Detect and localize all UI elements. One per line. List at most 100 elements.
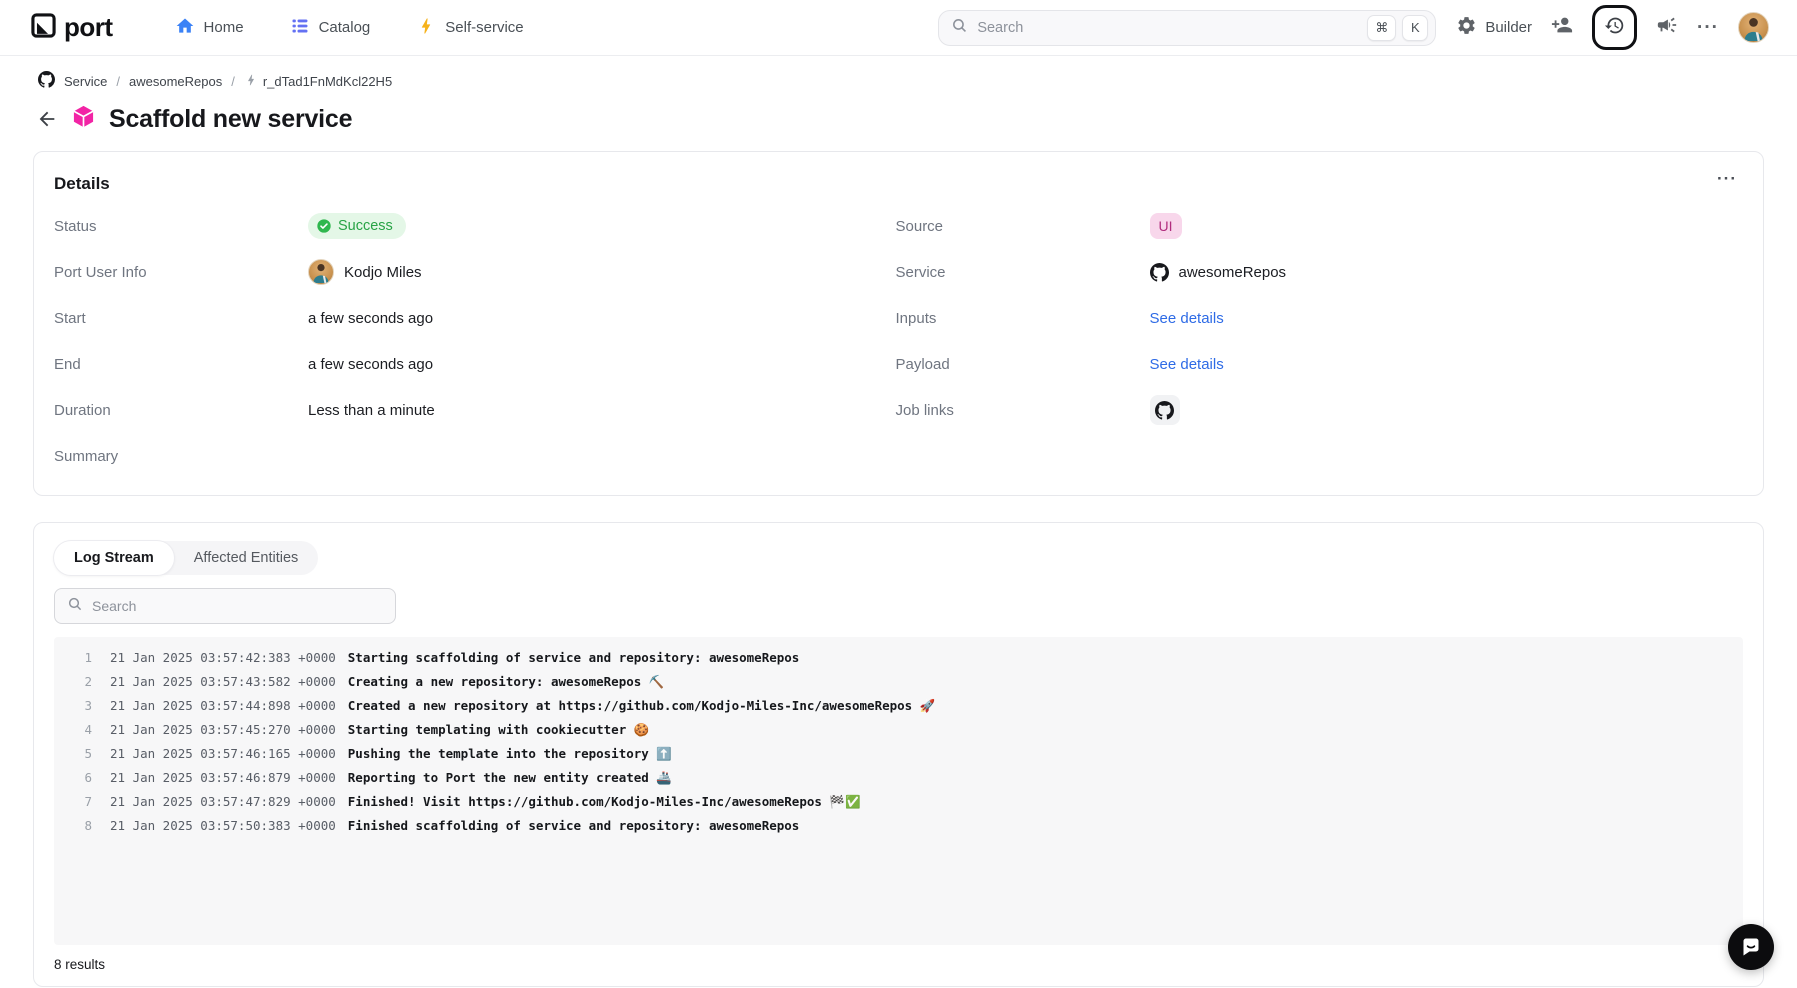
- title-row: Scaffold new service: [36, 104, 1797, 134]
- chat-launcher-button[interactable]: [1728, 924, 1774, 970]
- top-nav: port Home Catalog Self-service ⌘: [0, 0, 1797, 56]
- history-icon: [1604, 15, 1625, 41]
- breadcrumb-run[interactable]: r_dTad1FnMdKcl22H5: [244, 73, 392, 90]
- log-timestamp: 21 Jan 2025 03:57:44:898 +0000: [110, 694, 336, 718]
- status-label: Status: [54, 218, 308, 235]
- megaphone-icon: [1656, 14, 1678, 41]
- detail-row-start: Start a few seconds ago: [54, 295, 896, 341]
- lightning-icon: [416, 16, 436, 40]
- status-badge: Success: [308, 213, 406, 239]
- person-add-icon: [1551, 14, 1573, 41]
- log-line-number: 1: [54, 646, 92, 670]
- back-arrow-icon[interactable]: [36, 108, 58, 130]
- runs-history-button-highlighted[interactable]: [1592, 5, 1637, 50]
- log-line-number: 7: [54, 790, 92, 814]
- log-message: Finished scaffolding of service and repo…: [348, 814, 800, 838]
- tab-log-stream[interactable]: Log Stream: [54, 541, 174, 575]
- log-line: 8 21 Jan 2025 03:57:50:383 +0000 Finishe…: [54, 814, 1743, 838]
- k-key: K: [1402, 15, 1428, 41]
- main-nav: Home Catalog Self-service: [175, 16, 524, 40]
- inputs-label: Inputs: [896, 310, 1150, 327]
- log-timestamp: 21 Jan 2025 03:57:50:383 +0000: [110, 814, 336, 838]
- breadcrumb-run-id: r_dTad1FnMdKcl22H5: [263, 74, 392, 89]
- builder-button[interactable]: Builder: [1456, 15, 1532, 40]
- log-message: Finished! Visit https://github.com/Kodjo…: [348, 790, 861, 814]
- gear-icon: [1456, 15, 1477, 40]
- detail-row-end: End a few seconds ago: [54, 341, 896, 387]
- duration-label: Duration: [54, 402, 308, 419]
- global-search-input[interactable]: [977, 20, 1358, 36]
- announcements-button[interactable]: [1656, 14, 1678, 41]
- log-line: 7 21 Jan 2025 03:57:47:829 +0000 Finishe…: [54, 790, 1743, 814]
- log-line: 5 21 Jan 2025 03:57:46:165 +0000 Pushing…: [54, 742, 1743, 766]
- user-info-avatar: [308, 259, 334, 285]
- payload-see-details-link[interactable]: See details: [1150, 356, 1224, 373]
- kebab-icon: ···: [1717, 169, 1737, 188]
- summary-label: Summary: [54, 448, 308, 465]
- log-timestamp: 21 Jan 2025 03:57:42:383 +0000: [110, 646, 336, 670]
- port-logo[interactable]: port: [30, 12, 113, 44]
- log-timestamp: 21 Jan 2025 03:57:43:582 +0000: [110, 670, 336, 694]
- log-line: 3 21 Jan 2025 03:57:44:898 +0000 Created…: [54, 694, 1743, 718]
- log-line: 4 21 Jan 2025 03:57:45:270 +0000 Startin…: [54, 718, 1743, 742]
- log-tabs: Log Stream Affected Entities: [54, 541, 318, 575]
- start-value: a few seconds ago: [308, 310, 433, 327]
- user-value: Kodjo Miles: [344, 264, 422, 281]
- breadcrumb-separator: /: [116, 74, 120, 89]
- log-timestamp: 21 Jan 2025 03:57:46:879 +0000: [110, 766, 336, 790]
- details-menu-button[interactable]: ···: [1717, 170, 1737, 187]
- github-icon: [38, 71, 55, 91]
- detail-row-inputs: Inputs See details: [896, 295, 1738, 341]
- check-circle-icon: [316, 218, 332, 234]
- invite-users-button[interactable]: [1551, 14, 1573, 41]
- builder-label: Builder: [1485, 19, 1532, 36]
- payload-label: Payload: [896, 356, 1150, 373]
- log-message: Reporting to Port the new entity created…: [348, 766, 672, 790]
- log-search[interactable]: [54, 588, 396, 624]
- log-message: Creating a new repository: awesomeRepos …: [348, 670, 665, 694]
- log-line: 1 21 Jan 2025 03:57:42:383 +0000 Startin…: [54, 646, 1743, 670]
- search-icon: [67, 596, 83, 617]
- detail-row-summary: Summary: [54, 433, 896, 479]
- log-timestamp: 21 Jan 2025 03:57:45:270 +0000: [110, 718, 336, 742]
- search-icon: [951, 17, 968, 39]
- detail-row-service: Service awesomeRepos: [896, 249, 1738, 295]
- job-links-label: Job links: [896, 402, 1150, 419]
- log-stream-area[interactable]: 1 21 Jan 2025 03:57:42:383 +0000 Startin…: [54, 637, 1743, 945]
- service-value[interactable]: awesomeRepos: [1179, 264, 1287, 281]
- nav-item-label: Catalog: [319, 19, 371, 36]
- bolt-icon: [244, 73, 258, 90]
- end-label: End: [54, 356, 308, 373]
- detail-row-duration: Duration Less than a minute: [54, 387, 896, 433]
- nav-item-catalog[interactable]: Catalog: [290, 16, 371, 40]
- chat-bubble-icon: [1739, 935, 1763, 959]
- github-icon: [1150, 263, 1169, 282]
- source-label: Source: [896, 218, 1150, 235]
- global-search[interactable]: ⌘ K: [938, 10, 1436, 46]
- user-avatar[interactable]: [1738, 12, 1769, 43]
- service-value-wrap: awesomeRepos: [1150, 263, 1287, 282]
- port-logo-icon: [30, 12, 57, 44]
- command-key: ⌘: [1367, 15, 1396, 41]
- breadcrumb-entity[interactable]: awesomeRepos: [129, 74, 222, 89]
- inputs-see-details-link[interactable]: See details: [1150, 310, 1224, 327]
- details-left-column: Status Success Port User Info K: [54, 203, 896, 479]
- status-value: Success: [338, 218, 393, 234]
- log-search-input[interactable]: [92, 598, 383, 614]
- duration-value: Less than a minute: [308, 402, 435, 419]
- nav-item-home[interactable]: Home: [175, 16, 244, 40]
- breadcrumb: Service / awesomeRepos / r_dTad1FnMdKcl2…: [38, 71, 1797, 91]
- log-line-number: 3: [54, 694, 92, 718]
- more-menu-button[interactable]: ···: [1697, 18, 1719, 37]
- detail-row-payload: Payload See details: [896, 341, 1738, 387]
- details-grid: Status Success Port User Info K: [54, 203, 1737, 479]
- ellipsis-icon: ···: [1697, 18, 1719, 37]
- detail-row-job-links: Job links: [896, 387, 1738, 433]
- tab-affected-entities[interactable]: Affected Entities: [174, 541, 319, 575]
- breadcrumb-service[interactable]: Service: [64, 74, 107, 89]
- details-right-column: Source UI Service awesomeRepos Inputs Se…: [896, 203, 1738, 479]
- end-value: a few seconds ago: [308, 356, 433, 373]
- search-shortcut: ⌘ K: [1367, 15, 1428, 41]
- job-link-github-button[interactable]: [1150, 395, 1180, 425]
- nav-item-self-service[interactable]: Self-service: [416, 16, 523, 40]
